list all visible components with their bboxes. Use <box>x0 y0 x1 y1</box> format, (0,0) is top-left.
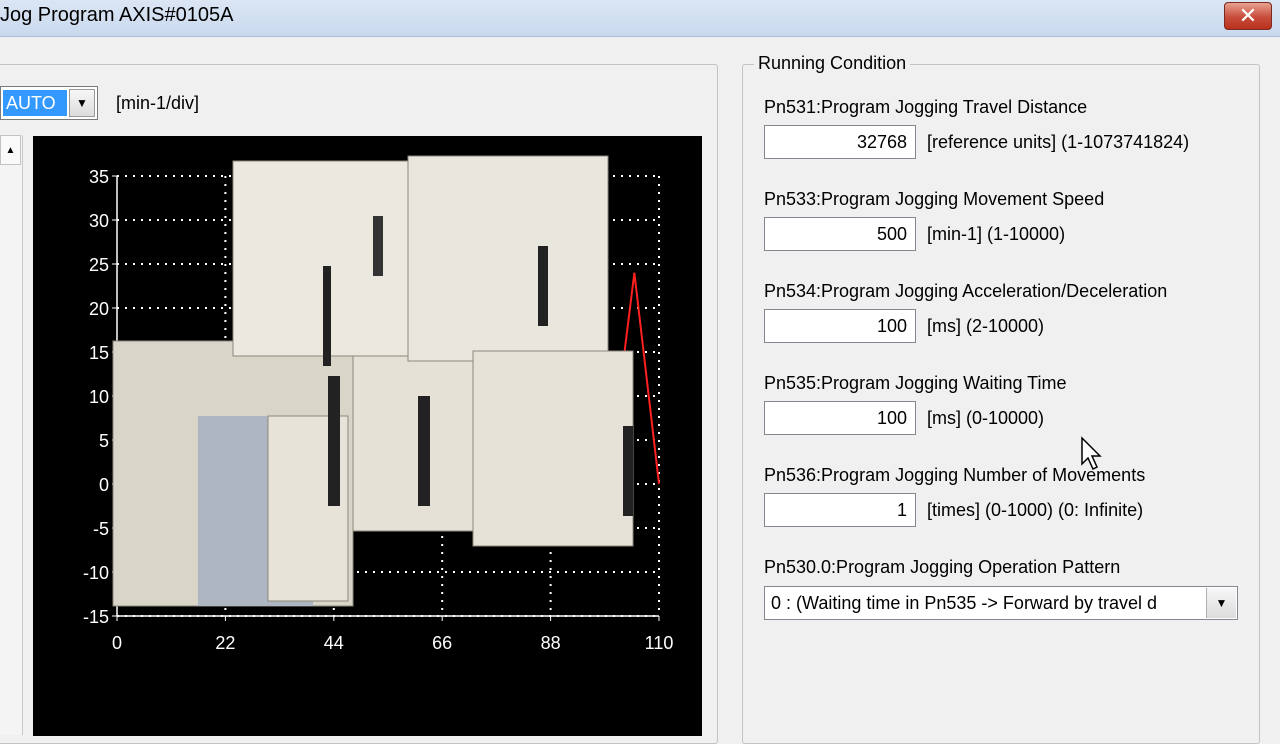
y-tick-label: -5 <box>93 519 109 539</box>
connector-slot <box>373 216 383 276</box>
pn535-range: [ms] (0-10000) <box>927 408 1045 428</box>
x-tick-label: 66 <box>432 633 452 653</box>
graph-scrollbar[interactable]: ▲ <box>0 135 23 735</box>
pn531-label: Pn531:Program Jogging Travel Distance <box>764 97 1088 117</box>
y-tick-label: -10 <box>83 563 109 583</box>
mouse-pointer-icon <box>1081 436 1102 471</box>
connector-slot <box>418 396 430 506</box>
pn535-label: Pn535:Program Jogging Waiting Time <box>764 373 1067 393</box>
connector-slot <box>323 266 331 366</box>
operation-pattern-value: 0 : (Waiting time in Pn535 -> Forward by… <box>771 593 1157 613</box>
chevron-down-icon[interactable]: ▼ <box>1206 588 1236 618</box>
y-tick-label: 20 <box>89 299 109 319</box>
plc-module-mp2000 <box>472 350 634 547</box>
x-tick-label: 88 <box>541 633 561 653</box>
connector-slot <box>623 426 633 516</box>
scroll-up-icon[interactable]: ▲ <box>0 135 21 165</box>
running-condition-legend: Running Condition <box>754 53 911 74</box>
chart-svg: 35302520151050-5-10-150 22 44 66 88 110 <box>83 155 674 653</box>
x-tick-label: 22 <box>215 633 235 653</box>
vertical-scale-dropdown[interactable]: AUTO ▼ <box>0 86 98 120</box>
window-title: Jog Program AXIS#0105A <box>0 4 234 26</box>
y-tick-label: -15 <box>83 607 109 627</box>
pn534-acceleration-input[interactable]: 100 <box>764 309 916 343</box>
pn534-label: Pn534:Program Jogging Acceleration/Decel… <box>764 281 1168 301</box>
x-tick-label: 44 <box>324 633 344 653</box>
y-tick-label: 15 <box>89 343 109 363</box>
pn533-movement-speed-input[interactable]: 500 <box>764 217 916 251</box>
y-tick-label: 25 <box>89 255 109 275</box>
pn536-number-of-movements-input[interactable]: 1 <box>764 493 916 527</box>
product-photo <box>112 155 634 607</box>
plc-module-top-right <box>407 155 609 362</box>
close-button[interactable]: ✕ <box>1224 2 1272 30</box>
pn534-range: [ms] (2-10000) <box>927 316 1045 336</box>
x-tick-label: 0 <box>112 633 122 653</box>
scale-selected-value: AUTO <box>3 90 67 116</box>
y-tick-label: 35 <box>89 167 109 187</box>
pn533-label: Pn533:Program Jogging Movement Speed <box>764 189 1105 209</box>
pn530-label: Pn530.0:Program Jogging Operation Patter… <box>764 557 1121 577</box>
title-bar: Jog Program AXIS#0105A ✕ <box>0 0 1280 37</box>
y-tick-label: 30 <box>89 211 109 231</box>
pn533-range: [min-1] (1-10000) <box>927 224 1066 244</box>
y-tick-label: 5 <box>99 431 109 451</box>
x-tick-label: 110 <box>645 633 674 653</box>
pn535-waiting-time-input[interactable]: 100 <box>764 401 916 435</box>
pn536-range: [times] (0-1000) (0: Infinite) <box>927 500 1144 520</box>
scale-unit-label: [min-1/div] <box>116 93 200 113</box>
pn531-range: [reference units] (1-1073741824) <box>927 132 1190 152</box>
operation-pattern-dropdown[interactable]: 0 : (Waiting time in Pn535 -> Forward by… <box>764 586 1238 620</box>
y-tick-label: 0 <box>99 475 109 495</box>
connector-slot <box>538 246 548 326</box>
pn531-travel-distance-input[interactable]: 32768 <box>764 125 916 159</box>
close-icon: ✕ <box>1238 3 1258 28</box>
y-tick-label: 10 <box>89 387 109 407</box>
chevron-down-icon[interactable]: ▼ <box>69 89 95 117</box>
speed-chart: 35 30 25 20 15 10 5 0 -5 -10 -15 0 22 44 66 88 110 <box>33 136 702 736</box>
connector-slot <box>328 376 340 506</box>
